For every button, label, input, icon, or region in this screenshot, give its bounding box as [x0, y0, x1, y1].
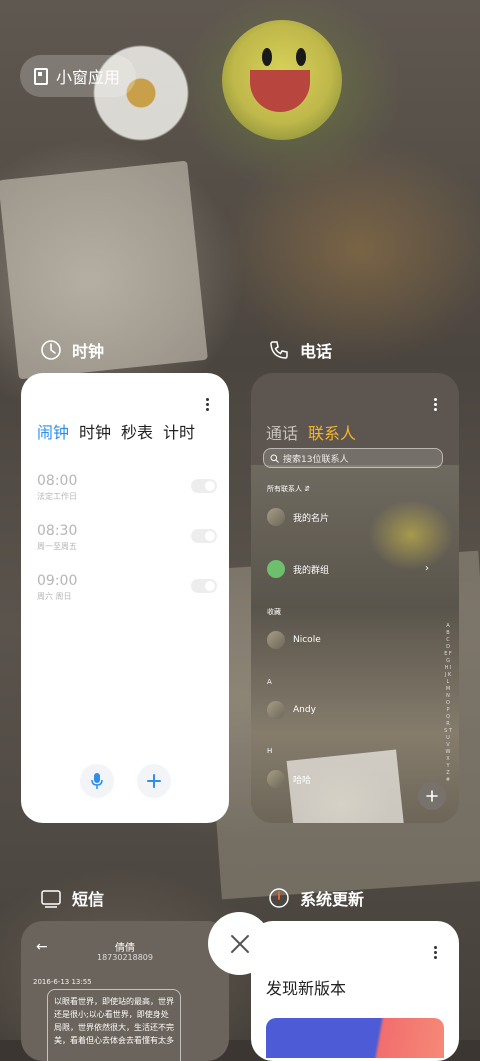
message-icon	[41, 890, 61, 908]
tab-alarm[interactable]: 闹钟	[37, 419, 69, 443]
sms-app-label: 短信	[40, 886, 104, 910]
contact-row-my-card[interactable]: 我的名片	[267, 508, 329, 526]
microphone-icon	[91, 773, 103, 789]
sms-date: 2016-6-13 13:55	[33, 978, 92, 986]
floating-window-icon	[34, 67, 48, 85]
contact-name: 我的群组	[293, 565, 330, 576]
contact-row[interactable]: Andy	[267, 701, 316, 719]
sms-contact-name: 倩倩	[115, 943, 135, 954]
floating-window-label: 小窗应用	[56, 68, 121, 87]
clock-app-label: 时钟	[40, 338, 104, 362]
alarm-item[interactable]: 09:00 周六 周日	[37, 573, 217, 602]
update-app-name: 系统更新	[300, 890, 365, 909]
alarm-time: 08:00	[37, 473, 78, 489]
clock-more-icon[interactable]	[206, 398, 209, 413]
update-banner-graphic	[266, 1018, 444, 1058]
floating-window-apps-button[interactable]: 小窗应用	[20, 55, 137, 97]
clock-icon	[41, 340, 61, 360]
contact-row[interactable]: Nicole	[267, 631, 321, 649]
alphabet-index[interactable]: A B C D E F G H I J K L M N O P Q R S T …	[444, 623, 452, 784]
search-placeholder: 搜索13位联系人	[283, 454, 349, 465]
sms-app-name: 短信	[72, 890, 105, 909]
update-app-label: 系统更新	[268, 886, 364, 910]
phone-more-icon[interactable]	[434, 398, 437, 413]
alarm-repeat: 周六 周日	[37, 592, 72, 601]
voice-alarm-button[interactable]	[80, 764, 114, 798]
alarm-time: 09:00	[37, 573, 78, 589]
plus-icon	[426, 790, 438, 802]
phone-app-name: 电话	[300, 342, 333, 361]
group-icon	[267, 560, 285, 578]
sms-contact-number: 18730218809	[97, 953, 153, 962]
avatar	[267, 701, 285, 719]
tab-stopwatch[interactable]: 秒表	[121, 419, 153, 443]
update-more-icon[interactable]	[434, 946, 437, 961]
alarm-repeat: 法定工作日	[37, 492, 77, 501]
contacts-filter-dropdown[interactable]: 所有联系人 ⇵	[267, 484, 310, 494]
chevron-right-icon: ›	[425, 563, 429, 574]
clock-tab-bar: 闹钟 时钟 秒表 计时	[37, 419, 195, 443]
search-icon	[270, 454, 279, 463]
tab-clock[interactable]: 时钟	[79, 419, 111, 443]
alarm-toggle[interactable]	[191, 479, 217, 493]
alarm-toggle[interactable]	[191, 579, 217, 593]
tab-calls[interactable]: 通话	[266, 420, 298, 444]
contact-row[interactable]: 哈哈	[267, 770, 311, 788]
add-alarm-button[interactable]	[137, 764, 171, 798]
contacts-search-input[interactable]: 搜索13位联系人	[263, 448, 443, 468]
wallpaper-flower-eye	[262, 48, 272, 66]
add-contact-button[interactable]	[418, 782, 446, 810]
filter-label: 所有联系人	[267, 485, 302, 493]
section-letter: H	[267, 747, 273, 755]
contact-name: 我的名片	[293, 513, 330, 524]
tab-contacts[interactable]: 联系人	[308, 420, 356, 444]
wallpaper-flower-eye	[296, 48, 306, 66]
update-app-card[interactable]: 发现新版本	[251, 921, 459, 1061]
section-letter: A	[267, 678, 272, 686]
sms-app-card[interactable]: ← 倩倩 18730218809 2016-6-13 13:55 以眼看世界，即…	[21, 921, 229, 1061]
phone-tab-bar: 通话 联系人	[266, 420, 356, 444]
clock-app-card[interactable]: 闹钟 时钟 秒表 计时 08:00 法定工作日 08:30 周一至周五 09:0…	[21, 373, 229, 823]
contact-name: Nicole	[293, 635, 321, 645]
sort-arrows-icon: ⇵	[304, 485, 311, 493]
contact-row-my-groups[interactable]: 我的群组	[267, 560, 329, 578]
sms-message-bubble[interactable]: 以眼看世界，即使站的最高，世界还是很小;以心看世界，即使身处局限，世界依然很大，…	[47, 989, 181, 1061]
alarm-time: 08:30	[37, 523, 78, 539]
system-update-icon	[269, 888, 289, 908]
phone-app-label: 电话	[268, 338, 332, 362]
alarm-repeat: 周一至周五	[37, 542, 77, 551]
avatar	[267, 508, 285, 526]
contact-name: Andy	[293, 705, 316, 715]
alarm-item[interactable]: 08:30 周一至周五	[37, 523, 217, 552]
phone-icon	[270, 341, 288, 359]
plus-icon	[147, 774, 161, 788]
alarm-toggle[interactable]	[191, 529, 217, 543]
alarm-item[interactable]: 08:00 法定工作日	[37, 473, 217, 502]
contact-name: 哈哈	[293, 775, 312, 786]
favorites-section-label: 收藏	[267, 608, 281, 616]
clock-app-name: 时钟	[72, 342, 105, 361]
close-icon	[230, 934, 249, 953]
close-button[interactable]	[208, 912, 271, 975]
avatar	[267, 770, 285, 788]
tab-timer[interactable]: 计时	[163, 419, 195, 443]
update-headline: 发现新版本	[266, 979, 347, 998]
phone-app-card[interactable]: 通话 联系人 搜索13位联系人 所有联系人 ⇵ 我的名片 我的群组 › 收藏 N…	[251, 373, 459, 823]
avatar	[267, 631, 285, 649]
